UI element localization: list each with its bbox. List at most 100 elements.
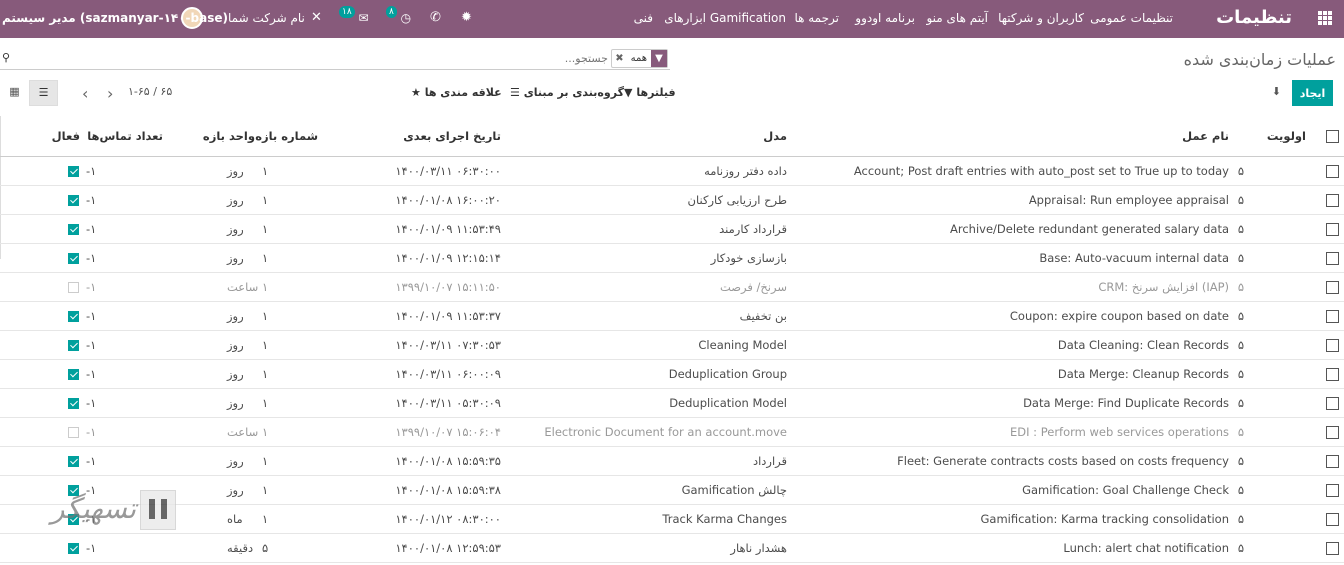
row-checkbox[interactable] (1326, 484, 1339, 497)
cell-priority: ۵ (1237, 541, 1244, 555)
list-view-button[interactable]: ☰ (29, 80, 58, 106)
header-active[interactable]: فعال (52, 116, 80, 157)
active-checkbox (68, 253, 79, 264)
table-row[interactable]: ۵ Account; Post draft entries with auto_p… (0, 157, 1344, 186)
cell-priority: ۵ (1237, 309, 1244, 323)
menu-odoo-app[interactable]: برنامه اودوو (855, 0, 915, 38)
search-facet[interactable]: ✖ همه ▼ (611, 49, 668, 68)
cell-interval-type: روز (227, 309, 244, 323)
row-checkbox[interactable] (1326, 281, 1339, 294)
menu-gamification-tools[interactable]: ابزارهای Gamification (664, 0, 786, 38)
pager-range[interactable]: ۱-۶۵ (128, 85, 150, 98)
row-checkbox[interactable] (1326, 165, 1339, 178)
activity-menu[interactable]: ۸ ◷ (386, 0, 411, 38)
download-icon[interactable]: ⬇ (1272, 85, 1281, 98)
cell-priority: ۵ (1237, 483, 1244, 497)
cell-nextcall: ۱۴۰۰/۰۱/۰۸ ۱۶:۰۰:۲۰ (395, 193, 501, 207)
cell-numbercall: -۱ (86, 309, 97, 323)
row-checkbox[interactable] (1326, 397, 1339, 410)
cell-name: Archive/Delete redundant generated salar… (950, 222, 1229, 236)
active-checkbox (68, 311, 79, 322)
cell-name: CRM: افزایش سرنخ (IAP) (1098, 280, 1229, 294)
table-row[interactable]: ۵ Fleet: Generate contracts costs based o… (0, 447, 1344, 476)
apps-menu-icon[interactable] (1318, 11, 1332, 25)
table-row[interactable]: ۵ Data Cleaning: Clean Records Cleaning Mo… (0, 331, 1344, 360)
cell-numbercall: -۱ (86, 396, 97, 410)
table-row[interactable]: ۵ Data Merge: Find Duplicate Records Dedup… (0, 389, 1344, 418)
header-interval-number[interactable]: شماره بازه (255, 116, 318, 157)
user-menu[interactable]: مدیر سیستم (sazmanyar-۱۴۰-base) (2, 0, 228, 38)
table-row[interactable]: ۵ CRM: افزایش سرنخ (IAP) سرنخ/ فرصت ۱۳۹۹/۱۰… (0, 273, 1344, 302)
table-row[interactable]: ۵ Lunch: alert chat notification هشدار ناه… (0, 534, 1344, 563)
cell-interval-type: روز (227, 193, 244, 207)
row-checkbox[interactable] (1326, 513, 1339, 526)
header-interval-type[interactable]: واحد بازه (203, 116, 255, 157)
table-row[interactable]: ۵ Data Merge: Cleanup Records Deduplicatio… (0, 360, 1344, 389)
cell-model: Cleaning Model (698, 338, 787, 352)
row-checkbox[interactable] (1326, 339, 1339, 352)
table-row[interactable]: ۵ Gamification: Karma tracking consolidat… (0, 505, 1344, 534)
cell-nextcall: ۱۴۰۰/۰۱/۰۸ ۱۵:۵۹:۳۵ (395, 454, 501, 468)
pager-value[interactable]: ۱-۶۵ / ۶۵ (128, 85, 172, 98)
cell-numbercall: -۱ (86, 251, 97, 265)
table-row[interactable]: ۵ Appraisal: Run employee appraisal طرح ار… (0, 186, 1344, 215)
header-name[interactable]: نام عمل (1182, 116, 1229, 157)
pager-previous-icon[interactable]: ‹ (82, 84, 88, 103)
phone-icon[interactable]: ✆ (430, 0, 441, 38)
pager-next-icon[interactable]: › (107, 84, 113, 103)
select-all-checkbox[interactable] (1326, 130, 1339, 143)
menu-general-settings[interactable]: تنظیمات عمومی (1090, 0, 1173, 38)
header-model[interactable]: مدل (763, 116, 787, 157)
debug-bug-icon[interactable]: ✹ (461, 0, 472, 38)
cell-interval-number: ۱ (262, 280, 269, 294)
table-row[interactable]: ۵ EDI : Perform web services operations El… (0, 418, 1344, 447)
company-switcher[interactable]: نام شرکت شما (228, 0, 305, 38)
header-nextcall[interactable]: تاریخ اجرای بعدی (403, 116, 501, 157)
row-checkbox[interactable] (1326, 223, 1339, 236)
cell-nextcall: ۱۳۹۹/۱۰/۰۷ ۱۵:۰۶:۰۴ (395, 425, 501, 439)
row-checkbox[interactable] (1326, 455, 1339, 468)
row-checkbox[interactable] (1326, 426, 1339, 439)
groupby-label: گروه‌بندی بر مبنای (523, 86, 624, 99)
filters-dropdown[interactable]: ▼ فیلترها (624, 86, 676, 99)
row-checkbox[interactable] (1326, 252, 1339, 265)
app-title[interactable]: تنظیمات (1216, 0, 1292, 38)
cell-priority: ۵ (1237, 396, 1244, 410)
tools-icon[interactable]: ✕ (311, 0, 322, 38)
cell-model: هشدار ناهار (730, 541, 787, 555)
row-checkbox[interactable] (1326, 542, 1339, 555)
cell-interval-type: روز (227, 338, 244, 352)
row-checkbox[interactable] (1326, 194, 1339, 207)
table-row[interactable]: ۵ Base: Auto-vacuum internal data بازسازی … (0, 244, 1344, 273)
table-row[interactable]: ۵ Gamification: Goal Challenge Check Gamif… (0, 476, 1344, 505)
calendar-view-button[interactable]: ▦ (0, 80, 29, 106)
active-checkbox (68, 456, 79, 467)
cell-interval-number: ۱ (262, 338, 269, 352)
favorites-dropdown[interactable]: ★ علاقه مندی ها (411, 86, 502, 99)
cell-interval-number: ۱ (262, 396, 269, 410)
messaging-menu[interactable]: ۱۸ ✉ (339, 0, 369, 38)
cell-name: Data Merge: Cleanup Records (1057, 367, 1229, 381)
header-priority[interactable]: اولویت (1267, 116, 1306, 157)
menu-technical[interactable]: فنی (634, 0, 653, 38)
facet-remove-icon[interactable]: ✖ (612, 53, 626, 64)
row-checkbox[interactable] (1326, 310, 1339, 323)
cell-numbercall: -۱ (86, 425, 97, 439)
cell-numbercall: -۱ (86, 222, 97, 236)
table-row[interactable]: ۵ Coupon: expire coupon based on date بن ت… (0, 302, 1344, 331)
menu-users-companies[interactable]: کاربران و شرکتها (998, 0, 1084, 38)
cell-priority: ۵ (1237, 222, 1244, 236)
cell-priority: ۵ (1237, 280, 1244, 294)
header-numbercall[interactable]: تعداد تماس‌ها (87, 116, 163, 157)
watermark-logo: تسهیگر (20, 488, 180, 538)
search-icon[interactable]: ⚲ (2, 51, 10, 64)
groupby-dropdown[interactable]: ☰ گروه‌بندی بر مبنای (510, 86, 624, 99)
create-button[interactable]: ایجاد (1292, 80, 1333, 106)
menu-translations[interactable]: ترجمه ها (794, 0, 839, 38)
table-row[interactable]: ۵ Archive/Delete redundant generated sala… (0, 215, 1344, 244)
cell-interval-number: ۱ (262, 454, 269, 468)
search-input[interactable] (108, 49, 608, 67)
row-checkbox[interactable] (1326, 368, 1339, 381)
menu-menu-items[interactable]: آیتم های منو (926, 0, 988, 38)
cell-nextcall: ۱۴۰۰/۰۳/۱۱ ۰۶:۰۰:۰۹ (395, 367, 501, 381)
